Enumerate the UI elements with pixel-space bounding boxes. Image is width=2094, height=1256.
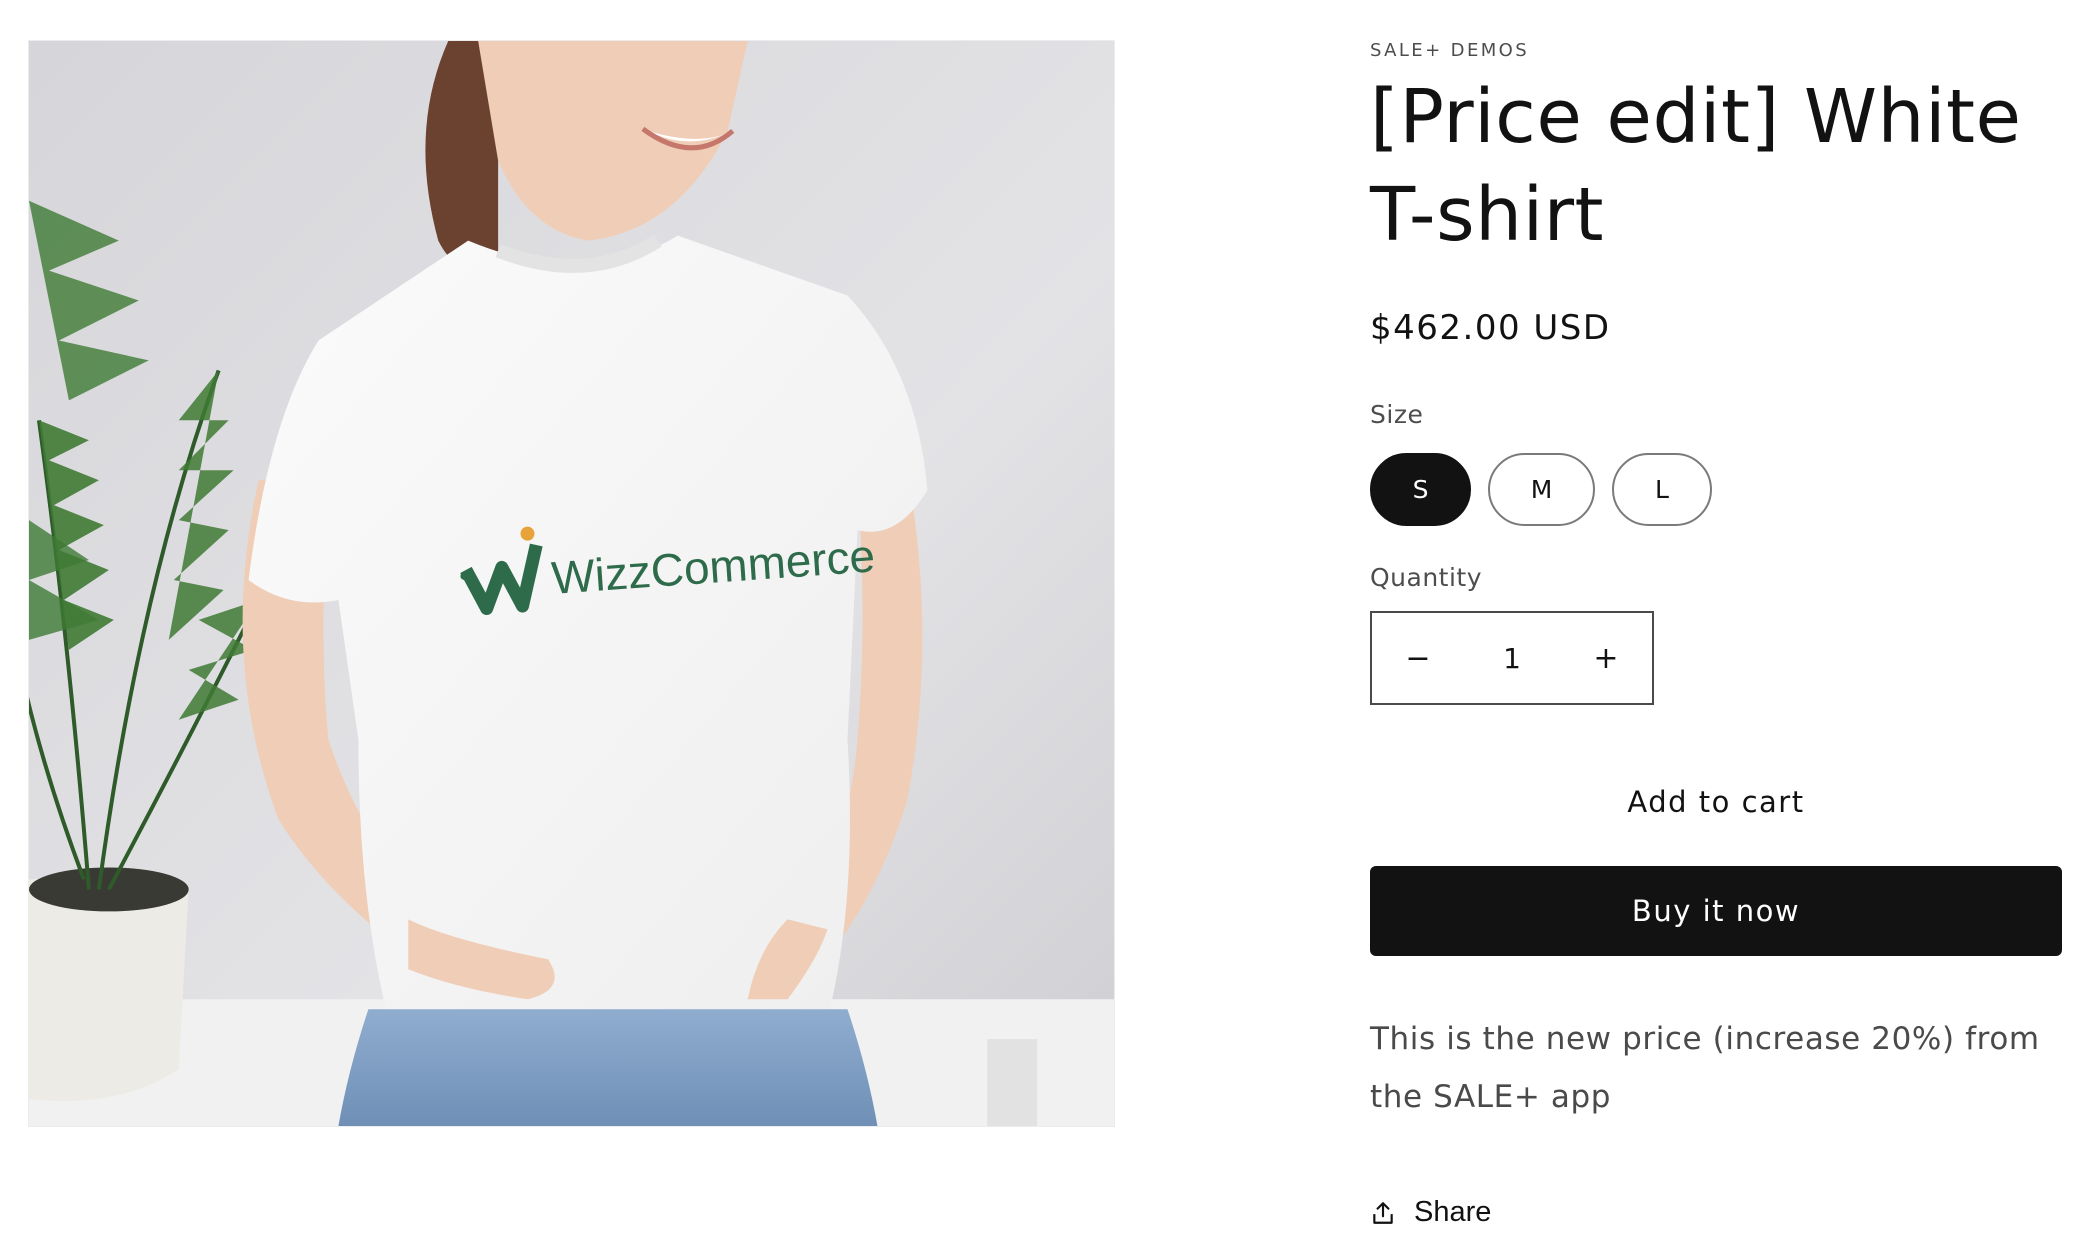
product-page: WizzCommerce SALE+ DEMOS [Price edit] Wh…: [0, 0, 2094, 1256]
product-vendor[interactable]: SALE+ DEMOS: [1370, 40, 1529, 61]
product-price: $462.00 USD: [1370, 308, 1611, 348]
size-label: Size: [1370, 400, 1424, 429]
size-selector: S M L: [1370, 453, 1712, 526]
size-option-s[interactable]: S: [1370, 453, 1471, 526]
decrease-quantity-button[interactable]: −: [1372, 613, 1464, 703]
quantity-input[interactable]: 1: [1464, 642, 1560, 675]
add-to-cart-button[interactable]: Add to cart: [1370, 762, 2062, 842]
product-photo: WizzCommerce: [29, 41, 1114, 1126]
product-description: This is the new price (increase 20%) fro…: [1370, 1021, 2040, 1115]
share-upload-icon: [1373, 1201, 1393, 1224]
quantity-label: Quantity: [1370, 563, 1483, 592]
product-image[interactable]: WizzCommerce: [28, 40, 1115, 1127]
quantity-stepper: − 1 +: [1370, 611, 1654, 705]
minus-icon: −: [1405, 640, 1431, 676]
product-title: [Price edit] White T-shirt: [1370, 74, 2022, 258]
increase-quantity-button[interactable]: +: [1560, 613, 1652, 703]
buy-it-now-button[interactable]: Buy it now: [1370, 866, 2062, 956]
size-option-l[interactable]: L: [1612, 453, 1712, 526]
share-button[interactable]: Share: [1370, 1196, 1491, 1229]
size-option-m[interactable]: M: [1488, 453, 1595, 526]
share-label: Share: [1414, 1196, 1492, 1228]
plus-icon: +: [1593, 640, 1619, 676]
